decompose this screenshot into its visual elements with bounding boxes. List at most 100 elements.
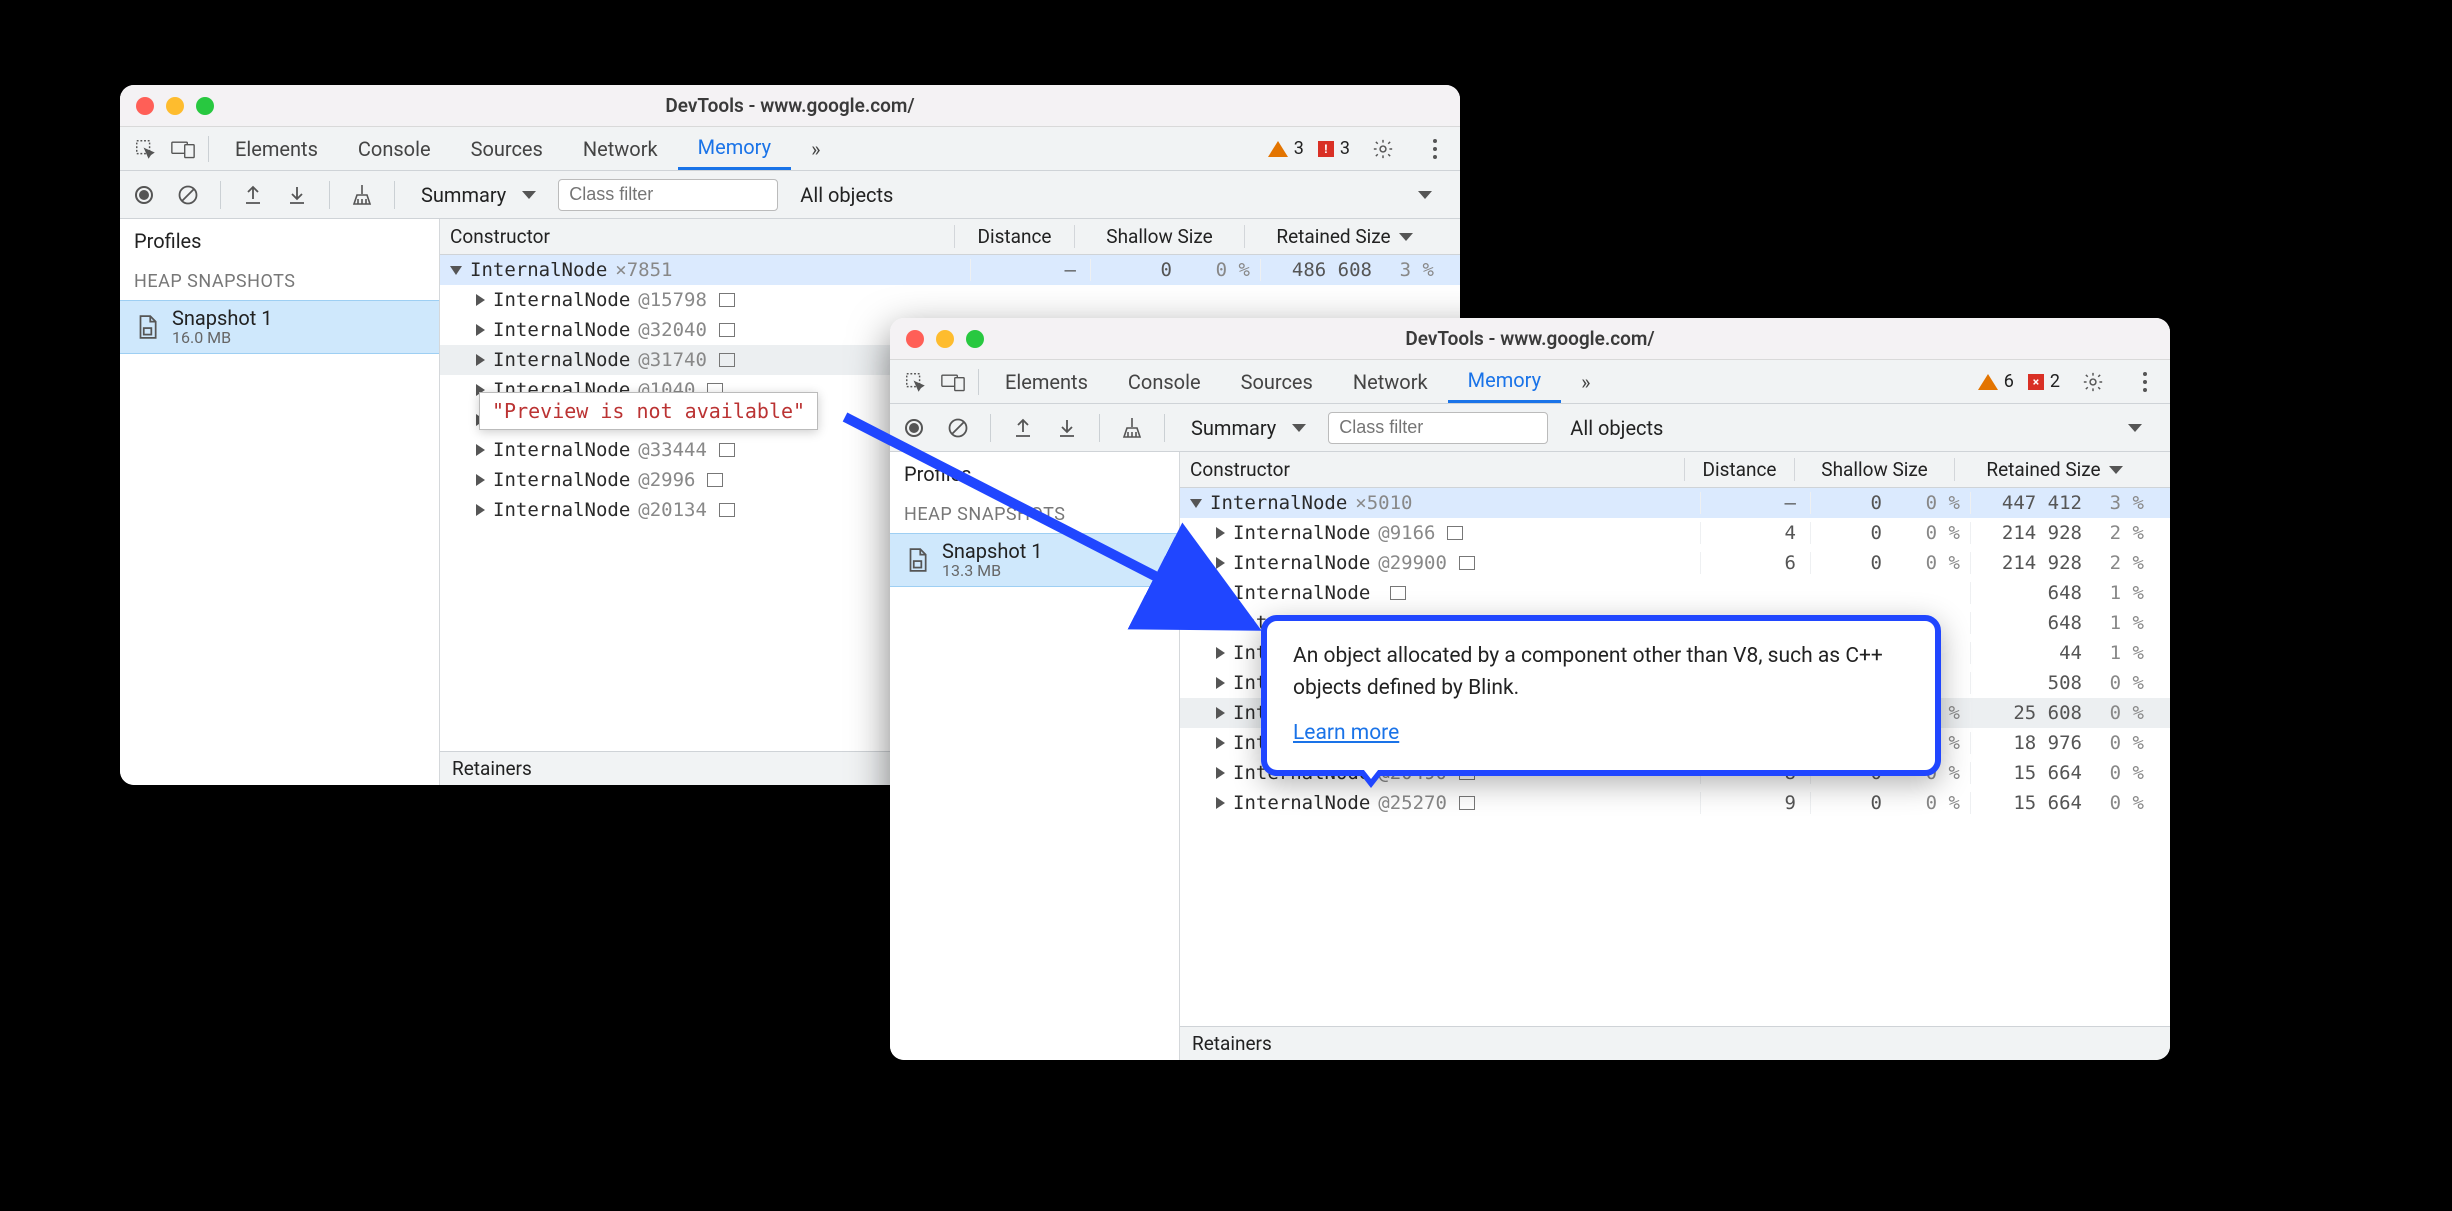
device-toggle-icon[interactable] (164, 130, 202, 168)
tab-network[interactable]: Network (1333, 360, 1448, 403)
window-controls (136, 97, 214, 115)
close-icon[interactable] (136, 97, 154, 115)
column-retained-size[interactable]: Retained Size (1244, 225, 1444, 248)
column-constructor[interactable]: Constructor (440, 225, 954, 248)
maximize-icon[interactable] (966, 330, 984, 348)
class-filter-input[interactable] (1328, 412, 1548, 444)
object-row[interactable]: InternalNode 6481 % (1180, 578, 2170, 608)
memory-toolbar: Summary All objects (120, 171, 1460, 219)
maximize-icon[interactable] (196, 97, 214, 115)
view-selector[interactable]: Summary (1181, 416, 1316, 440)
column-distance[interactable]: Distance (954, 225, 1074, 248)
grid-header: Constructor Distance Shallow Size Retain… (440, 219, 1460, 255)
object-preview-icon (707, 473, 723, 487)
snapshot-item[interactable]: Snapshot 1 16.0 MB (120, 300, 439, 354)
warning-triangle-icon (1978, 374, 1998, 390)
upload-icon[interactable] (1007, 412, 1039, 444)
errors-counter[interactable]: × 2 (2028, 371, 2060, 392)
upload-icon[interactable] (237, 179, 269, 211)
sort-caret-icon (2109, 466, 2123, 474)
column-shallow-size[interactable]: Shallow Size (1794, 458, 1954, 481)
snapshot-file-icon (134, 314, 160, 340)
kebab-menu-icon[interactable] (1416, 130, 1454, 168)
settings-gear-icon[interactable] (1364, 130, 1402, 168)
minimize-icon[interactable] (166, 97, 184, 115)
inspect-icon[interactable] (126, 130, 164, 168)
object-preview-icon (719, 353, 735, 367)
objects-selector[interactable]: All objects (1560, 416, 2162, 440)
tab-sources[interactable]: Sources (1221, 360, 1333, 403)
object-row[interactable]: InternalNode @15798 (440, 285, 1460, 315)
warnings-counter[interactable]: 6 (1978, 371, 2014, 392)
window-title: DevTools - www.google.com/ (890, 327, 2170, 350)
titlebar[interactable]: DevTools - www.google.com/ (890, 318, 2170, 360)
column-retained-size[interactable]: Retained Size (1954, 458, 2154, 481)
column-distance[interactable]: Distance (1684, 458, 1794, 481)
snapshot-item[interactable]: Snapshot 1 13.3 MB (890, 533, 1179, 587)
popover-text: An object allocated by a component other… (1293, 641, 1909, 704)
caret-down-icon (1292, 424, 1306, 432)
record-icon[interactable] (898, 412, 930, 444)
tab-memory[interactable]: Memory (1448, 360, 1561, 403)
download-icon[interactable] (1051, 412, 1083, 444)
object-preview-icon (1459, 556, 1475, 570)
heap-snapshots-header: HEAP SNAPSHOTS (120, 263, 439, 300)
error-square-icon: × (2028, 374, 2044, 390)
tab-elements[interactable]: Elements (985, 360, 1108, 403)
tabs-overflow-icon[interactable]: » (791, 127, 840, 170)
errors-counter[interactable]: ! 3 (1318, 138, 1350, 159)
preview-tooltip: "Preview is not available" (479, 392, 818, 430)
panel-tabbar: Elements Console Sources Network Memory … (120, 127, 1460, 171)
caret-down-icon (1418, 191, 1432, 199)
gc-broom-icon[interactable] (346, 179, 378, 211)
caret-down-icon (2128, 424, 2142, 432)
column-shallow-size[interactable]: Shallow Size (1074, 225, 1244, 248)
warning-triangle-icon (1268, 141, 1288, 157)
profiles-label: Profiles (120, 219, 439, 263)
objects-selector[interactable]: All objects (790, 183, 1452, 207)
learn-more-link[interactable]: Learn more (1293, 718, 1399, 750)
group-row[interactable]: InternalNode ×7851–00 %486 6083 % (440, 255, 1460, 285)
tab-console[interactable]: Console (338, 127, 451, 170)
object-preview-icon (1447, 526, 1463, 540)
tab-console[interactable]: Console (1108, 360, 1221, 403)
retainers-section[interactable]: Retainers (1180, 1026, 2170, 1060)
inspect-icon[interactable] (896, 363, 934, 401)
profiles-label: Profiles (890, 452, 1179, 496)
window-title: DevTools - www.google.com/ (120, 94, 1460, 117)
titlebar[interactable]: DevTools - www.google.com/ (120, 85, 1460, 127)
object-preview-icon (719, 323, 735, 337)
gc-broom-icon[interactable] (1116, 412, 1148, 444)
group-row[interactable]: InternalNode ×5010–00 %447 4123 % (1180, 488, 2170, 518)
settings-gear-icon[interactable] (2074, 363, 2112, 401)
snapshot-file-icon (904, 547, 930, 573)
object-preview-icon (719, 293, 735, 307)
kebab-menu-icon[interactable] (2126, 363, 2164, 401)
profiles-sidebar: Profiles HEAP SNAPSHOTS Snapshot 1 16.0 … (120, 219, 440, 785)
class-filter-input[interactable] (558, 179, 778, 211)
download-icon[interactable] (281, 179, 313, 211)
column-constructor[interactable]: Constructor (1180, 458, 1684, 481)
tab-elements[interactable]: Elements (215, 127, 338, 170)
clear-icon[interactable] (172, 179, 204, 211)
minimize-icon[interactable] (936, 330, 954, 348)
object-row[interactable]: InternalNode @9166 400 %214 9282 % (1180, 518, 2170, 548)
error-square-icon: ! (1318, 141, 1334, 157)
tab-network[interactable]: Network (563, 127, 678, 170)
panel-tabbar: Elements Console Sources Network Memory … (890, 360, 2170, 404)
view-selector[interactable]: Summary (411, 183, 546, 207)
tab-memory[interactable]: Memory (678, 127, 791, 170)
warnings-counter[interactable]: 3 (1268, 138, 1304, 159)
object-preview-icon (719, 503, 735, 517)
device-toggle-icon[interactable] (934, 363, 972, 401)
tab-sources[interactable]: Sources (451, 127, 563, 170)
profiles-sidebar: Profiles HEAP SNAPSHOTS Snapshot 1 13.3 … (890, 452, 1180, 1060)
object-row[interactable]: InternalNode @29900 600 %214 9282 % (1180, 548, 2170, 578)
close-icon[interactable] (906, 330, 924, 348)
clear-icon[interactable] (942, 412, 974, 444)
heap-snapshots-header: HEAP SNAPSHOTS (890, 496, 1179, 533)
object-row[interactable]: InternalNode @25270 900 %15 6640 % (1180, 788, 2170, 818)
memory-toolbar: Summary All objects (890, 404, 2170, 452)
record-icon[interactable] (128, 179, 160, 211)
tabs-overflow-icon[interactable]: » (1561, 360, 1610, 403)
